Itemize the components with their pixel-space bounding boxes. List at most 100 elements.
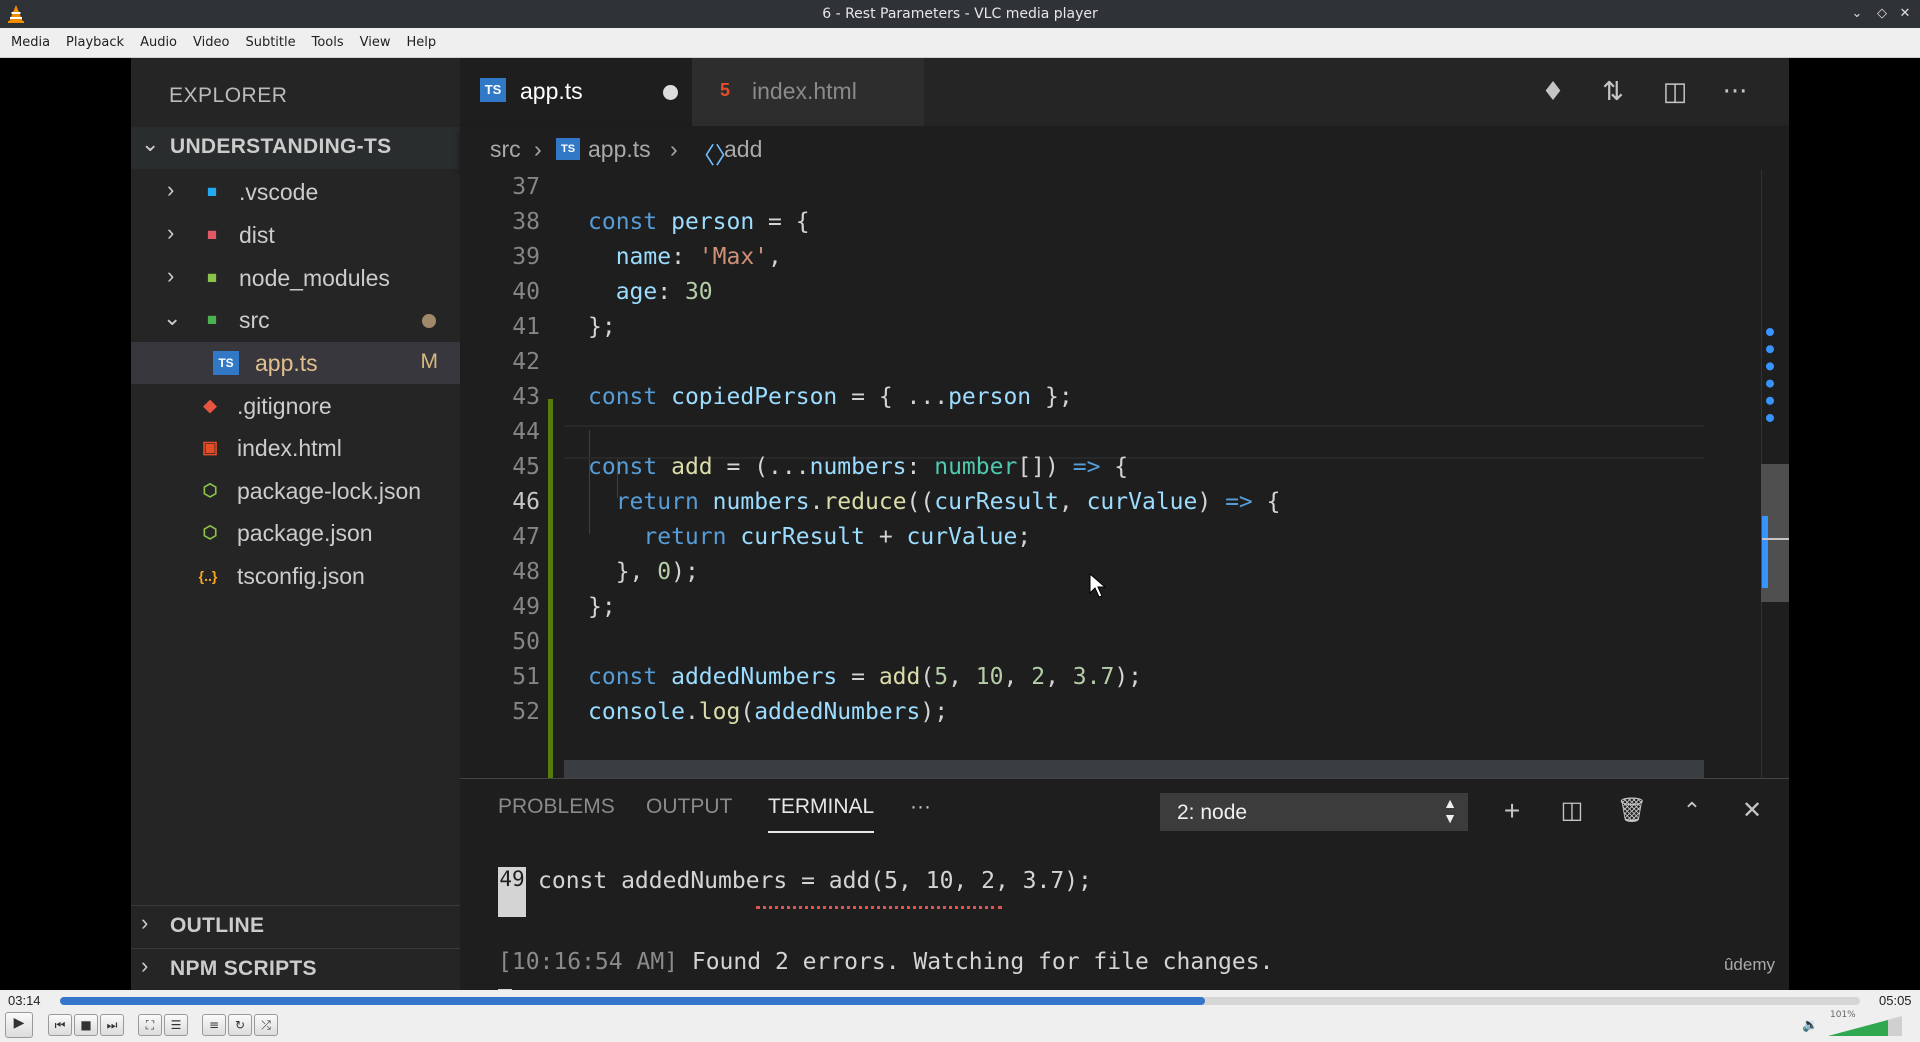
line-number: 44 xyxy=(512,419,540,445)
tree-item-label: package-lock.json xyxy=(237,478,422,504)
tree-item: › ■ node_modules xyxy=(131,257,460,299)
tab-terminal[interactable]: TERMINAL xyxy=(768,795,875,833)
tree-item-label: src xyxy=(239,307,270,333)
minimize-icon[interactable]: ⌄ xyxy=(1846,3,1868,25)
chevron-right-icon: › xyxy=(141,953,149,978)
git-diff-icon: ♦ xyxy=(1541,77,1565,107)
npm-scripts-section: › NPM SCRIPTS xyxy=(131,948,460,990)
explorer-sidebar: EXPLORER ⌄ UNDERSTANDING-TS › ■ .vscode … xyxy=(131,58,460,990)
menu-subtitle[interactable]: Subtitle xyxy=(237,28,303,58)
menu-audio[interactable]: Audio xyxy=(132,28,185,58)
code-editor[interactable]: 37 38 39 40 41 42 43 44 45 46 47 48 49 5… xyxy=(460,170,1789,778)
video-frame-vscode: EXPLORER ⌄ UNDERSTANDING-TS › ■ .vscode … xyxy=(131,58,1789,990)
video-area[interactable]: EXPLORER ⌄ UNDERSTANDING-TS › ■ .vscode … xyxy=(0,58,1920,990)
line-number: 40 xyxy=(512,279,540,305)
fullscreen-button[interactable]: ⛶ xyxy=(138,1014,162,1036)
menu-tools[interactable]: Tools xyxy=(304,28,352,58)
seek-bar[interactable] xyxy=(60,997,1860,1005)
tree-item-label: package.json xyxy=(237,520,373,546)
close-icon[interactable]: ✕ xyxy=(1894,3,1916,25)
terminal-status-line: [10:16:54 AM] Found 2 errors. Watching f… xyxy=(498,949,1273,975)
line-number: 43 xyxy=(512,384,540,410)
tree-item: ⌄ ■ src xyxy=(131,299,460,341)
code-line: const copiedPerson = { ...person }; xyxy=(588,384,1073,410)
panel-tabs: PROBLEMS OUTPUT TERMINAL ··· 2: node ▲ ▼ … xyxy=(460,779,1789,837)
tree-item-selected: TS app.ts M xyxy=(131,342,460,384)
chevron-down-icon: ⌄ xyxy=(141,131,160,156)
line-number: 38 xyxy=(512,209,540,235)
speaker-icon: 🔉 xyxy=(1802,1018,1819,1033)
html-file-icon: ▣ xyxy=(201,438,219,457)
menu-bar: Media Playback Audio Video Subtitle Tool… xyxy=(0,28,1920,58)
code-line: age: 30 xyxy=(615,279,713,305)
select-arrows-icon: ▲ ▼ xyxy=(1443,795,1457,826)
code-line: }, 0); xyxy=(588,559,699,585)
tree-item-label: dist xyxy=(239,222,275,248)
line-number: 46 xyxy=(512,489,540,515)
line-number: 52 xyxy=(512,699,540,725)
line-number: 50 xyxy=(512,629,540,655)
line-number: 48 xyxy=(512,559,540,585)
stop-button[interactable]: ■ xyxy=(74,1014,98,1036)
maximize-icon[interactable]: ◇ xyxy=(1871,3,1893,25)
terminal-error-code: const addedNumbers = add(5, 10, 2, 3.7); xyxy=(538,868,1092,894)
chevron-right-icon: › xyxy=(670,136,678,162)
line-number: 45 xyxy=(512,454,540,480)
tab-index-html: 5 index.html xyxy=(692,58,924,126)
extended-settings-button[interactable]: ☰ xyxy=(164,1014,188,1036)
more-actions-icon: ··· xyxy=(1722,77,1748,107)
trash-icon[interactable]: 🗑 xyxy=(1614,793,1650,829)
volume-control[interactable]: 🔉 101% xyxy=(1802,1010,1912,1038)
git-file-icon: ◆ xyxy=(203,396,217,415)
more-tabs-icon[interactable]: ··· xyxy=(910,795,931,819)
npm-file-icon: ⬡ xyxy=(202,523,218,542)
tree-item-label: app.ts xyxy=(255,350,318,376)
unsaved-dot-icon xyxy=(663,85,678,100)
overview-ruler-change xyxy=(1762,516,1768,588)
menu-view[interactable]: View xyxy=(352,28,399,58)
editor-actions: ♦ ⇅ ◫ ··· xyxy=(1519,58,1789,126)
chevron-down-icon: ⌄ xyxy=(163,305,182,330)
tab-problems[interactable]: PROBLEMS xyxy=(498,795,615,819)
menu-video[interactable]: Video xyxy=(185,28,237,58)
tree-item: ⬡ package.json xyxy=(131,512,460,554)
line-number: 41 xyxy=(512,314,540,340)
new-terminal-icon[interactable]: + xyxy=(1494,793,1530,829)
terminal-message: Found 2 errors. Watching for file change… xyxy=(678,949,1274,975)
tree-item-label: .vscode xyxy=(239,179,319,205)
split-terminal-icon[interactable]: ◫ xyxy=(1554,793,1590,829)
tree-item: › ■ dist xyxy=(131,214,460,256)
code-line: name: 'Max', xyxy=(615,244,782,270)
code-line: const person = { xyxy=(588,209,810,235)
next-button[interactable]: ⏭ xyxy=(100,1014,124,1036)
tab-bar: TS app.ts 5 index.html ♦ ⇅ ◫ ··· xyxy=(460,58,1789,126)
shuffle-button[interactable]: ⤮ xyxy=(254,1014,278,1036)
previous-button[interactable]: ⏮ xyxy=(48,1014,72,1036)
outline-label: OUTLINE xyxy=(170,914,265,937)
breadcrumb-src: src xyxy=(490,136,521,162)
typescript-file-icon: TS xyxy=(213,351,239,375)
terminal[interactable]: 49 const addedNumbers = add(5, 10, 2, 3.… xyxy=(460,837,1789,990)
tree-item-label: index.html xyxy=(237,435,342,461)
tree-item-label: .gitignore xyxy=(237,393,332,419)
line-number: 49 xyxy=(512,594,540,620)
total-time: 05:05 xyxy=(1879,993,1912,1008)
menu-media[interactable]: Media xyxy=(3,28,58,58)
breadcrumb-symbol: add xyxy=(724,136,763,162)
close-panel-icon[interactable]: ✕ xyxy=(1734,793,1770,829)
tree-item: ◆ .gitignore xyxy=(131,385,460,427)
editor-scrollbar[interactable] xyxy=(1761,170,1789,778)
loop-button[interactable]: ↻ xyxy=(228,1014,252,1036)
play-button[interactable]: ▶ xyxy=(5,1012,33,1038)
maximize-panel-icon[interactable]: ⌃ xyxy=(1674,793,1710,829)
tab-output[interactable]: OUTPUT xyxy=(646,795,732,819)
code-line: console.log(addedNumbers); xyxy=(588,699,949,725)
menu-playback[interactable]: Playback xyxy=(58,28,132,58)
html-file-icon: 5 xyxy=(719,80,730,100)
playlist-button[interactable]: ≡ xyxy=(202,1014,226,1036)
line-number: 37 xyxy=(512,174,540,200)
terminal-select[interactable]: 2: node ▲ ▼ xyxy=(1160,793,1468,831)
elapsed-time: 03:14 xyxy=(8,993,41,1008)
breadcrumb: src › TS app.ts › 〈〉 add xyxy=(460,126,1789,170)
menu-help[interactable]: Help xyxy=(399,28,445,58)
